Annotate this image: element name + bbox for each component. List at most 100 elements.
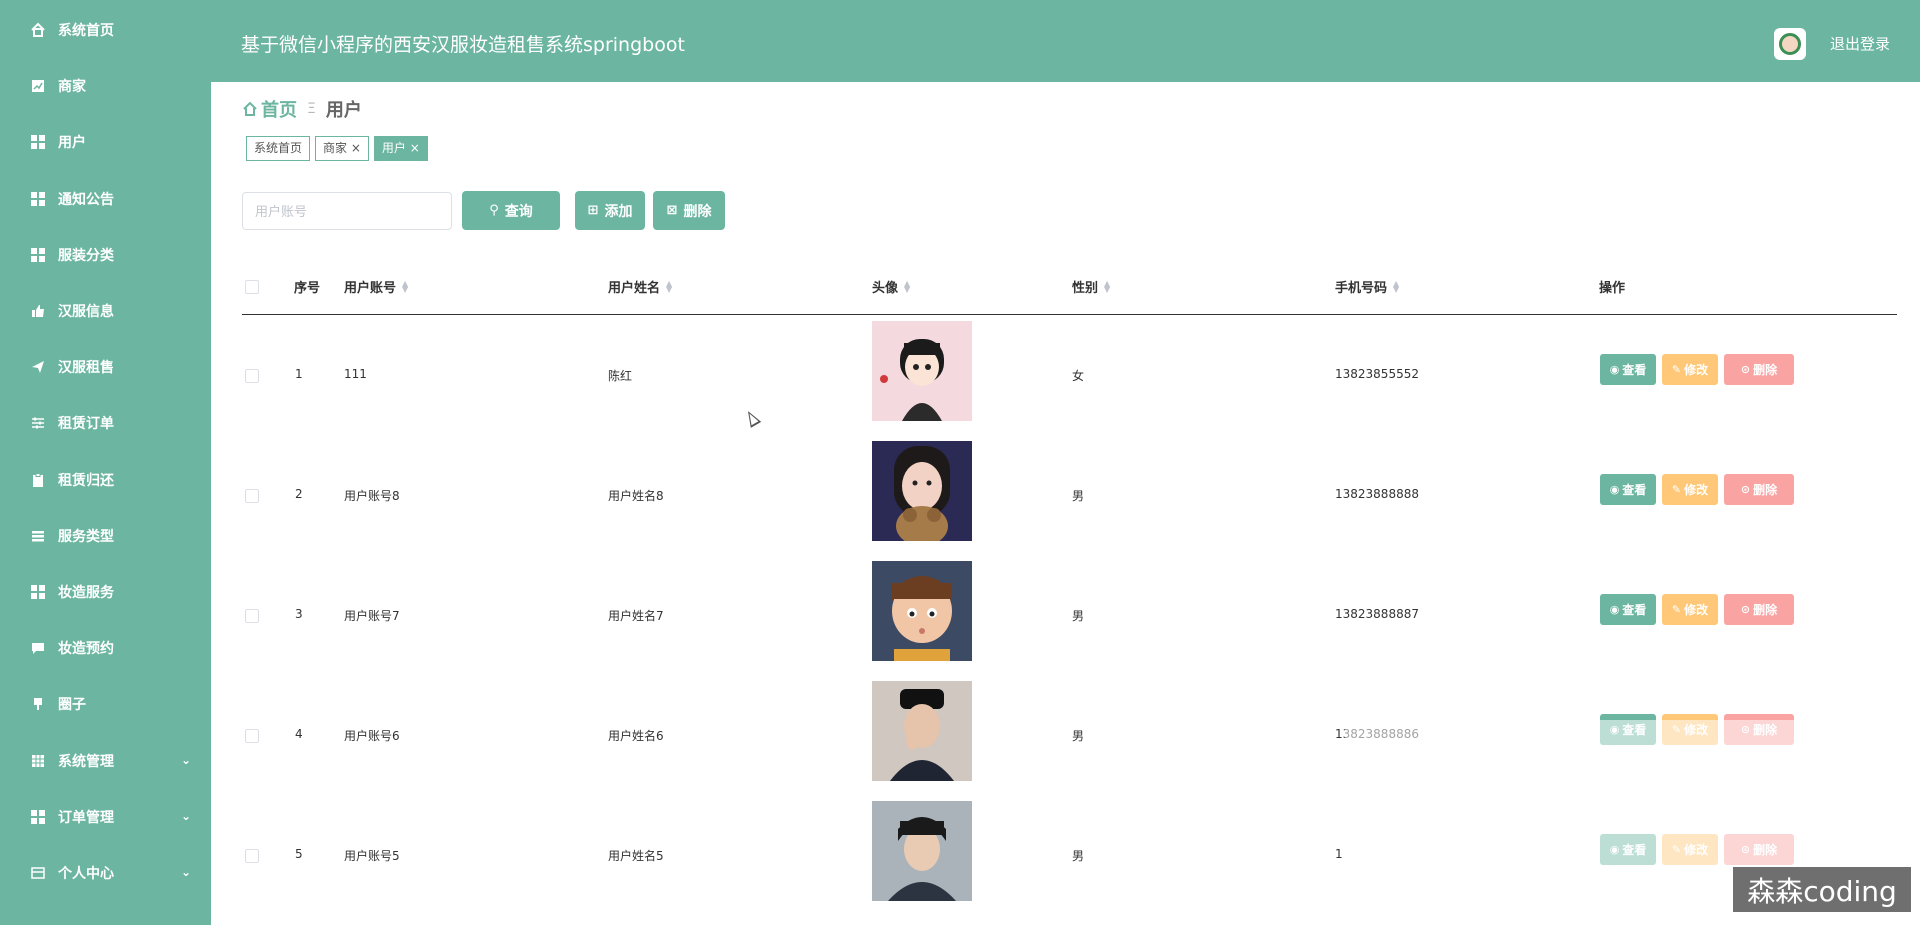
cell-name: 陈红 <box>608 369 633 383</box>
cell-gender: 女 <box>1072 369 1085 383</box>
cell-name: 用户姓名7 <box>608 609 664 623</box>
batch-delete-button[interactable]: ⊠ 删除 <box>653 191 725 230</box>
sidebar-item[interactable]: 商家 <box>0 66 211 106</box>
column-header-avatar[interactable]: 头像 ▲ ▼ <box>872 277 910 296</box>
delete-button[interactable]: ⊙删除 <box>1724 594 1794 625</box>
column-header-name[interactable]: 用户姓名 ▲ ▼ <box>608 277 672 296</box>
user-avatar-image[interactable] <box>872 561 972 661</box>
user-avatar-image[interactable] <box>872 441 972 541</box>
close-square-icon: ⊠ <box>666 203 678 218</box>
query-button-label: 查询 <box>504 203 533 220</box>
cell-name: 用户姓名5 <box>608 849 664 863</box>
column-label: 性别 <box>1072 281 1099 296</box>
row-checkbox[interactable] <box>245 369 259 383</box>
sort-icon[interactable]: ▲ ▼ <box>1393 279 1399 293</box>
column-label: 序号 <box>294 281 321 296</box>
sidebar-item[interactable]: 服务类型 <box>0 516 211 556</box>
sidebar-item-label: 服务类型 <box>58 528 114 545</box>
view-button[interactable]: ◉查看 <box>1600 594 1656 625</box>
breadcrumb-separator: Ξ <box>307 101 316 117</box>
column-header-gender[interactable]: 性别 ▲ ▼ <box>1072 277 1110 296</box>
sidebar-item[interactable]: 租赁订单 <box>0 403 211 443</box>
sidebar-item[interactable]: 妆造预约 <box>0 628 211 668</box>
edit-button[interactable]: ✎修改 <box>1662 474 1718 505</box>
top-header: 基于微信小程序的西安汉服妆造租售系统springboot 退出登录 <box>211 0 1920 82</box>
grid-icon <box>30 584 46 600</box>
column-header-account[interactable]: 用户账号 ▲ ▼ <box>344 277 408 296</box>
list-icon <box>30 528 46 544</box>
sidebar-item[interactable]: 个人中心 ⌄ <box>0 853 211 893</box>
sidebar-item[interactable]: 妆造服务 <box>0 572 211 612</box>
user-avatar[interactable] <box>1774 28 1806 60</box>
sidebar-item[interactable]: 通知公告 <box>0 179 211 219</box>
cell-name: 用户姓名8 <box>608 489 664 503</box>
sidebar-item[interactable]: 圈子 <box>0 684 211 724</box>
search-input[interactable] <box>242 192 452 230</box>
breadcrumb-home-label: 首页 <box>261 100 297 121</box>
delete-button-label: 删除 <box>1753 483 1778 497</box>
close-icon[interactable]: × <box>406 141 420 155</box>
tag-item[interactable]: 系统首页 <box>246 136 311 161</box>
chevron-down-icon: ⌄ <box>180 752 191 767</box>
plus-square-icon: ⊞ <box>587 203 599 218</box>
sidebar-item-label: 圈子 <box>58 697 86 714</box>
user-avatar-image[interactable] <box>872 681 972 781</box>
sort-icon[interactable]: ▲ ▼ <box>402 279 408 293</box>
sidebar-item[interactable]: 汉服信息 <box>0 291 211 331</box>
add-button-label: 添加 <box>604 203 633 220</box>
edit-button-label: 修改 <box>1684 483 1709 497</box>
query-button[interactable]: ⚲ 查询 <box>462 191 560 230</box>
search-icon: ⚲ <box>489 203 499 218</box>
delete-button[interactable]: ⊙删除 <box>1724 474 1794 505</box>
delete-button[interactable]: ⊙删除 <box>1724 354 1794 385</box>
column-label: 手机号码 <box>1335 281 1388 296</box>
cell-account: 用户账号8 <box>344 489 400 503</box>
user-avatar-image[interactable] <box>872 801 972 901</box>
edit-button-label: 修改 <box>1684 603 1709 617</box>
sort-icon[interactable]: ▲ ▼ <box>1104 279 1110 293</box>
view-button[interactable]: ◉查看 <box>1600 474 1656 505</box>
sidebar-item-label: 个人中心 <box>58 866 114 882</box>
tag-item[interactable]: 商家 × <box>315 136 369 161</box>
column-header-phone[interactable]: 手机号码 ▲ ▼ <box>1335 277 1399 296</box>
sidebar-item-label: 租赁订单 <box>58 416 114 433</box>
close-icon[interactable]: × <box>347 141 361 155</box>
select-all-checkbox[interactable] <box>245 280 259 294</box>
sidebar-item[interactable]: 汉服租售 <box>0 347 211 387</box>
column-label: 用户姓名 <box>608 281 661 296</box>
sidebar-item[interactable]: 用户 <box>0 122 211 162</box>
sidebar-item[interactable]: 租赁归还 <box>0 460 211 500</box>
sort-icon[interactable]: ▲ ▼ <box>666 279 672 293</box>
cell-account: 111 <box>344 367 367 381</box>
chevron-down-icon: ⌄ <box>180 865 191 879</box>
row-checkbox[interactable] <box>245 609 259 623</box>
sidebar-item-label: 汉服租售 <box>58 360 114 377</box>
sidebar-item[interactable]: 系统管理 ⌄ <box>0 741 211 781</box>
tab-tags: 系统首页 商家 × 用户 × <box>246 136 433 161</box>
row-checkbox[interactable] <box>245 849 259 863</box>
add-button[interactable]: ⊞ 添加 <box>575 191 645 230</box>
row-checkbox[interactable] <box>245 489 259 503</box>
app-root: 系统首页 商家 用户 通知公告 服装分类 汉服信息 汉服租售 租赁订单 租赁归还 服务类型 妆造服务… <box>0 0 1920 925</box>
edit-button[interactable]: ✎修改 <box>1662 354 1718 385</box>
sidebar-item-label: 通知公告 <box>58 191 114 208</box>
view-button[interactable]: ◉查看 <box>1600 354 1656 385</box>
logout-link[interactable]: 退出登录 <box>1830 33 1890 54</box>
column-label: 用户账号 <box>344 281 397 296</box>
sidebar-item[interactable]: 订单管理 ⌄ <box>0 797 211 837</box>
delete-button-label: 删除 <box>1753 603 1778 617</box>
tag-item[interactable]: 用户 × <box>373 136 428 161</box>
edit-button[interactable]: ✎修改 <box>1662 594 1718 625</box>
sidebar-item[interactable]: 服装分类 <box>0 235 211 275</box>
batch-delete-button-label: 删除 <box>683 203 712 220</box>
sidebar-item[interactable]: 系统首页 <box>0 10 211 50</box>
grid-icon <box>30 247 46 263</box>
cell-gender: 男 <box>1072 489 1085 503</box>
sort-icon[interactable]: ▲ ▼ <box>904 279 910 293</box>
edit-button-label: 修改 <box>1684 363 1709 377</box>
user-avatar-image[interactable] <box>872 321 972 421</box>
delete-button-label: 删除 <box>1753 363 1778 377</box>
breadcrumb-home[interactable]: 首页 <box>242 96 297 122</box>
row-checkbox[interactable] <box>245 729 259 743</box>
grid-icon <box>30 809 46 825</box>
